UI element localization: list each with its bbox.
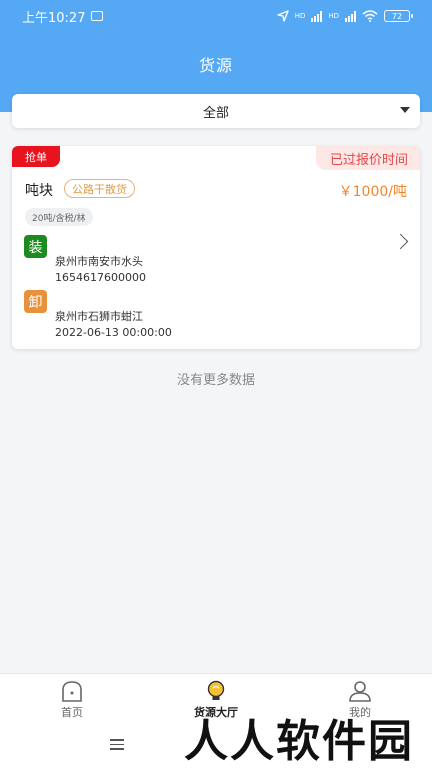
price: ￥1000/吨 — [338, 184, 407, 200]
cargo-card[interactable]: 抢单 已过报价时间 吨块 公路干散货 ￥1000/吨 20吨/含税/林 装 泉州… — [12, 146, 420, 349]
battery-level: 72 — [391, 11, 403, 21]
load-time: 1654617600000 — [55, 271, 146, 284]
network-label: HD — [294, 12, 306, 20]
quote-status-badge: 已过报价时间 — [315, 146, 420, 170]
notification-icon — [91, 11, 104, 21]
signal-icon — [311, 10, 323, 22]
status-time: 上午10:27 — [22, 10, 86, 26]
unload-address: 泉州市石狮市蚶江 — [55, 310, 143, 323]
wifi-icon — [362, 10, 378, 22]
status-bar: 上午10:27 HD HD 72 — [0, 0, 432, 32]
cargo-type-tag: 公路干散货 — [64, 179, 135, 198]
category-filter-dropdown[interactable]: 全部 — [12, 94, 420, 128]
load-icon: 装 — [24, 235, 47, 258]
location-arrow-icon — [276, 10, 289, 22]
network-label: HD — [328, 12, 339, 20]
load-address: 泉州市南安市水头 — [55, 255, 143, 268]
cargo-name: 吨块 — [25, 183, 53, 199]
filter-selected-value: 全部 — [202, 105, 229, 121]
watermark-text: 人人软件园 — [184, 716, 414, 767]
home-icon — [62, 681, 82, 702]
tab-home-label: 首页 — [61, 706, 83, 719]
bulb-icon — [207, 680, 225, 700]
user-icon — [349, 681, 371, 702]
weight-tax-tag: 20吨/含税/林 — [25, 208, 93, 226]
tab-home[interactable]: 首页 — [0, 674, 144, 723]
list-end-message: 没有更多数据 — [176, 373, 255, 388]
unload-icon: 卸 — [24, 290, 47, 313]
grab-order-badge: 抢单 — [12, 146, 60, 167]
page-title: 货源 — [198, 56, 233, 75]
battery-icon: 72 — [384, 10, 413, 22]
caret-down-icon — [400, 107, 410, 113]
unload-time: 2022-06-13 00:00:00 — [55, 326, 172, 339]
signal-icon — [345, 10, 356, 22]
chevron-right-icon[interactable] — [392, 233, 409, 250]
menu-icon[interactable] — [110, 739, 124, 751]
